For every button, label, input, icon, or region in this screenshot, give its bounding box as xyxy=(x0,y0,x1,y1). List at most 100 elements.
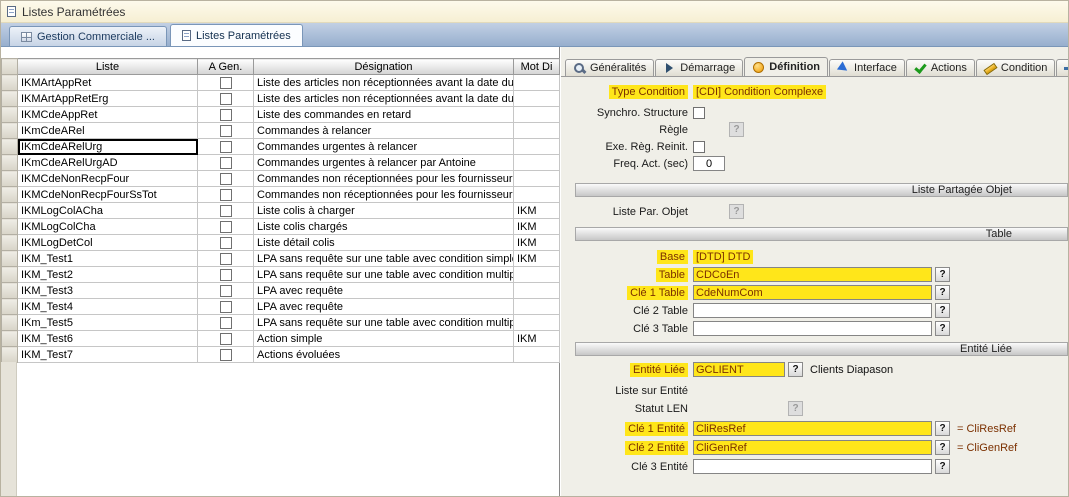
cle2-entite-help-button[interactable]: ? xyxy=(935,440,950,455)
row-selector[interactable] xyxy=(2,203,18,219)
cell-liste[interactable]: IKmCdeARelUrg xyxy=(18,139,198,155)
row-selector[interactable] xyxy=(2,107,18,123)
table-row[interactable]: IKMArtAppRet Liste des articles non réce… xyxy=(2,75,560,91)
table-input[interactable] xyxy=(693,267,932,282)
table-row[interactable]: IKM_Test6 Action simple IKM xyxy=(2,331,560,347)
cell-designation[interactable]: Action simple xyxy=(254,331,514,347)
row-selector[interactable] xyxy=(2,155,18,171)
cell-liste[interactable]: IKMArtAppRet xyxy=(18,75,198,91)
cell-mot-directeur[interactable] xyxy=(514,299,560,315)
cell-designation[interactable]: LPA avec requête xyxy=(254,299,514,315)
cell-mot-directeur[interactable] xyxy=(514,283,560,299)
cle1-entite-input[interactable] xyxy=(693,421,932,436)
column-header-designation[interactable]: Désignation xyxy=(254,59,514,75)
corner-cell[interactable] xyxy=(2,59,18,75)
cell-liste[interactable]: IKMCdeAppRet xyxy=(18,107,198,123)
column-header-mot[interactable]: Mot Di xyxy=(514,59,560,75)
a-gen-checkbox[interactable] xyxy=(220,285,232,297)
cell-mot-directeur[interactable]: IKM xyxy=(514,235,560,251)
table-row[interactable]: IKM_Test4 LPA avec requête xyxy=(2,299,560,315)
form-tab-demarrage[interactable]: Démarrage xyxy=(655,59,743,76)
cell-mot-directeur[interactable] xyxy=(514,107,560,123)
table-help-button[interactable]: ? xyxy=(935,267,950,282)
row-selector[interactable] xyxy=(2,251,18,267)
form-tab-generalites[interactable]: Généralités xyxy=(565,59,654,76)
a-gen-checkbox[interactable] xyxy=(220,173,232,185)
row-selector[interactable] xyxy=(2,347,18,363)
cell-designation[interactable]: Commandes non réceptionnées pour les fou… xyxy=(254,187,514,203)
exe-reg-reinit-checkbox[interactable] xyxy=(693,141,705,153)
form-tab-condition[interactable]: Condition xyxy=(976,59,1055,76)
cell-liste[interactable]: IKM_Test7 xyxy=(18,347,198,363)
tab-gestion-commerciale[interactable]: Gestion Commerciale ... xyxy=(9,26,167,46)
cle3-entite-help-button[interactable]: ? xyxy=(935,459,950,474)
a-gen-checkbox[interactable] xyxy=(220,221,232,233)
cle3-table-help-button[interactable]: ? xyxy=(935,321,950,336)
synchro-structure-checkbox[interactable] xyxy=(693,107,705,119)
cell-designation[interactable]: Liste détail colis xyxy=(254,235,514,251)
cell-designation[interactable]: LPA avec requête xyxy=(254,283,514,299)
cell-liste[interactable]: IKM_Test1 xyxy=(18,251,198,267)
table-row[interactable]: IKMLogColCha Liste colis chargés IKM xyxy=(2,219,560,235)
cell-mot-directeur[interactable] xyxy=(514,91,560,107)
entite-liee-help-button[interactable]: ? xyxy=(788,362,803,377)
cell-designation[interactable]: Liste des commandes en retard xyxy=(254,107,514,123)
row-selector[interactable] xyxy=(2,331,18,347)
column-header-liste[interactable]: Liste xyxy=(18,59,198,75)
row-selector[interactable] xyxy=(2,123,18,139)
table-row[interactable]: IKM_Test2 LPA sans requête sur une table… xyxy=(2,267,560,283)
type-condition-value[interactable]: [CDI] Condition Complexe xyxy=(693,85,826,99)
table-row[interactable]: IKMCdeNonRecpFour Commandes non réceptio… xyxy=(2,171,560,187)
row-selector[interactable] xyxy=(2,267,18,283)
cell-designation[interactable]: Commandes urgentes à relancer xyxy=(254,139,514,155)
cell-designation[interactable]: Commandes urgentes à relancer par Antoin… xyxy=(254,155,514,171)
cell-designation[interactable]: Liste colis à charger xyxy=(254,203,514,219)
a-gen-checkbox[interactable] xyxy=(220,333,232,345)
a-gen-checkbox[interactable] xyxy=(220,237,232,249)
cell-mot-directeur[interactable]: IKM xyxy=(514,219,560,235)
cell-mot-directeur[interactable] xyxy=(514,75,560,91)
cell-liste[interactable]: IKMLogDetCol xyxy=(18,235,198,251)
cell-mot-directeur[interactable] xyxy=(514,155,560,171)
cell-mot-directeur[interactable] xyxy=(514,187,560,203)
column-header-a-gen[interactable]: A Gen. xyxy=(198,59,254,75)
tab-listes-parametrees[interactable]: Listes Paramétrées xyxy=(170,24,303,46)
cle3-table-input[interactable] xyxy=(693,321,932,336)
cell-designation[interactable]: LPA sans requête sur une table avec cond… xyxy=(254,251,514,267)
table-row[interactable]: IKmCdeARelUrgAD Commandes urgentes à rel… xyxy=(2,155,560,171)
cell-liste[interactable]: IKMCdeNonRecpFourSsTot xyxy=(18,187,198,203)
table-row[interactable]: IKM_Test3 LPA avec requête xyxy=(2,283,560,299)
form-tab-actions[interactable]: Actions xyxy=(906,59,975,76)
a-gen-checkbox[interactable] xyxy=(220,93,232,105)
cell-mot-directeur[interactable]: IKM xyxy=(514,251,560,267)
table-row[interactable]: IKmCdeARelUrg Commandes urgentes à relan… xyxy=(2,139,560,155)
table-row[interactable]: IKM_Test1 LPA sans requête sur une table… xyxy=(2,251,560,267)
cell-liste[interactable]: IKMLogColACha xyxy=(18,203,198,219)
cle3-entite-input[interactable] xyxy=(693,459,932,474)
cell-liste[interactable]: IKM_Test4 xyxy=(18,299,198,315)
cell-designation[interactable]: LPA sans requête sur une table avec cond… xyxy=(254,315,514,331)
cell-mot-directeur[interactable] xyxy=(514,315,560,331)
a-gen-checkbox[interactable] xyxy=(220,205,232,217)
a-gen-checkbox[interactable] xyxy=(220,157,232,169)
cell-liste[interactable]: IKM_Test6 xyxy=(18,331,198,347)
row-selector[interactable] xyxy=(2,235,18,251)
row-selector[interactable] xyxy=(2,171,18,187)
cell-mot-directeur[interactable]: IKM xyxy=(514,331,560,347)
cell-liste[interactable]: IKm_Test5 xyxy=(18,315,198,331)
row-selector[interactable] xyxy=(2,187,18,203)
table-row[interactable]: IKMArtAppRetErg Liste des articles non r… xyxy=(2,91,560,107)
row-selector[interactable] xyxy=(2,315,18,331)
cle2-table-help-button[interactable]: ? xyxy=(935,303,950,318)
cell-mot-directeur[interactable]: IKM xyxy=(514,203,560,219)
entite-liee-input[interactable] xyxy=(693,362,785,377)
table-row[interactable]: IKMCdeAppRet Liste des commandes en reta… xyxy=(2,107,560,123)
table-row[interactable]: IKMLogDetCol Liste détail colis IKM xyxy=(2,235,560,251)
cell-mot-directeur[interactable] xyxy=(514,347,560,363)
a-gen-checkbox[interactable] xyxy=(220,349,232,361)
cle2-table-input[interactable] xyxy=(693,303,932,318)
cell-designation[interactable]: Liste colis chargés xyxy=(254,219,514,235)
cell-liste[interactable]: IKMLogColCha xyxy=(18,219,198,235)
cell-designation[interactable]: Commandes non réceptionnées pour les fou… xyxy=(254,171,514,187)
row-selector[interactable] xyxy=(2,91,18,107)
